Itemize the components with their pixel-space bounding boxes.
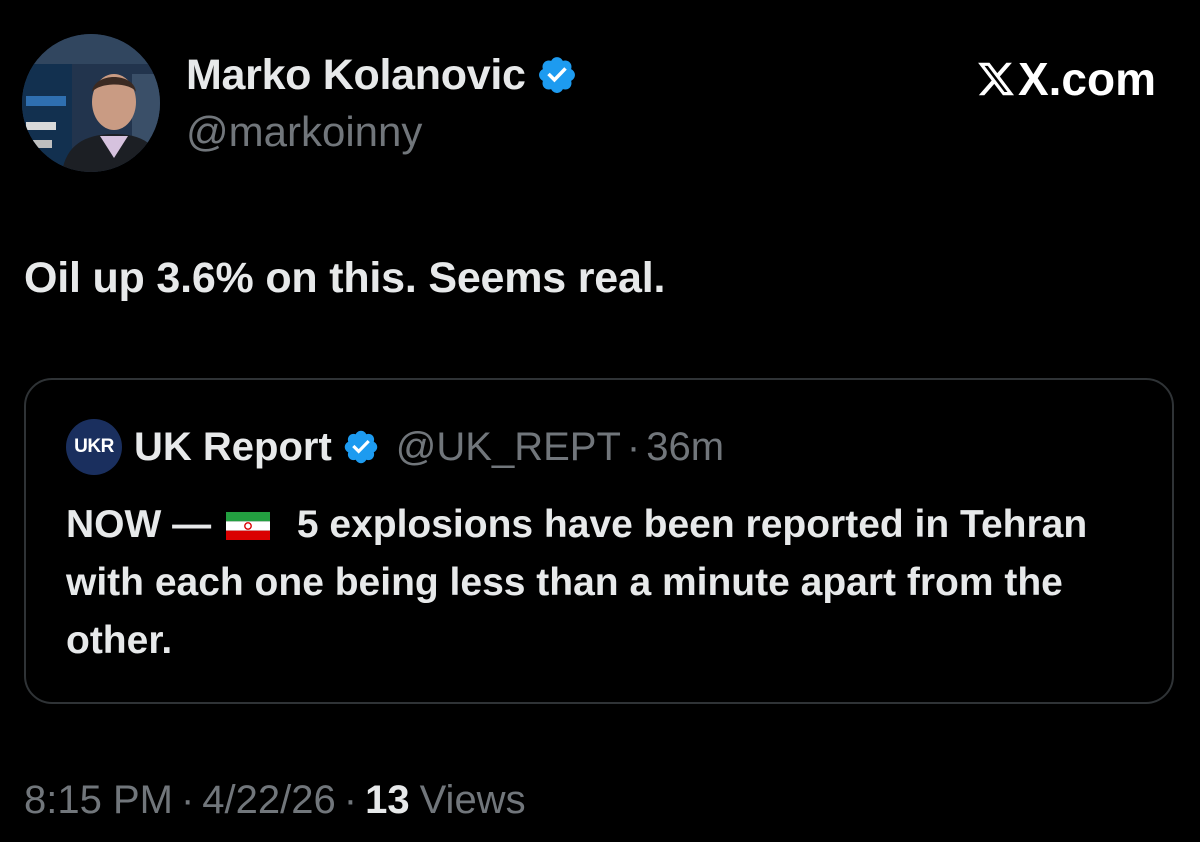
- quoted-tweet-text: NOW — 5 explosions have been reported in…: [66, 496, 1136, 670]
- verified-badge-icon: [538, 57, 575, 93]
- quoted-author-avatar[interactable]: UKR: [66, 419, 122, 475]
- brand-watermark: X.com: [976, 53, 1156, 105]
- author-name-row: Marko Kolanovic: [186, 50, 578, 100]
- tweet-time[interactable]: 8:15 PM: [24, 778, 173, 823]
- quoted-verified-badge-icon: [344, 430, 378, 464]
- quoted-text-main: 5 explosions have been reported in Tehra…: [66, 503, 1088, 662]
- quoted-author-name[interactable]: UK Report: [134, 425, 332, 470]
- views-label: Views: [419, 777, 526, 822]
- brand-text: X.com: [1017, 53, 1156, 105]
- views-count: 13: [365, 777, 410, 822]
- quoted-tweet-header: UKR UK Report @UK_REPT · 36m: [66, 419, 724, 475]
- tweet-meta-row: 8:15 PM · 4/22/26 · 13 Views: [24, 774, 526, 826]
- meta-separator-2: ·: [343, 777, 358, 822]
- meta-separator: ·: [180, 777, 195, 822]
- iran-flag-icon: [226, 512, 270, 540]
- quoted-text-prefix: NOW —: [66, 503, 212, 546]
- quoted-author-handle[interactable]: @UK_REPT: [396, 425, 621, 470]
- quoted-timestamp[interactable]: 36m: [646, 425, 724, 470]
- quoted-tweet-card[interactable]: UKR UK Report @UK_REPT · 36m NOW — 5 exp…: [24, 378, 1174, 704]
- tweet-text: Oil up 3.6% on this. Seems real.: [24, 254, 666, 302]
- quoted-avatar-text: UKR: [74, 436, 114, 457]
- author-handle[interactable]: @markoinny: [186, 108, 422, 156]
- x-logo-icon: [978, 62, 1014, 96]
- author-name[interactable]: Marko Kolanovic: [186, 51, 526, 100]
- author-avatar[interactable]: [22, 34, 160, 172]
- tweet-date[interactable]: 4/22/26: [202, 778, 335, 823]
- quoted-separator: ·: [626, 424, 641, 469]
